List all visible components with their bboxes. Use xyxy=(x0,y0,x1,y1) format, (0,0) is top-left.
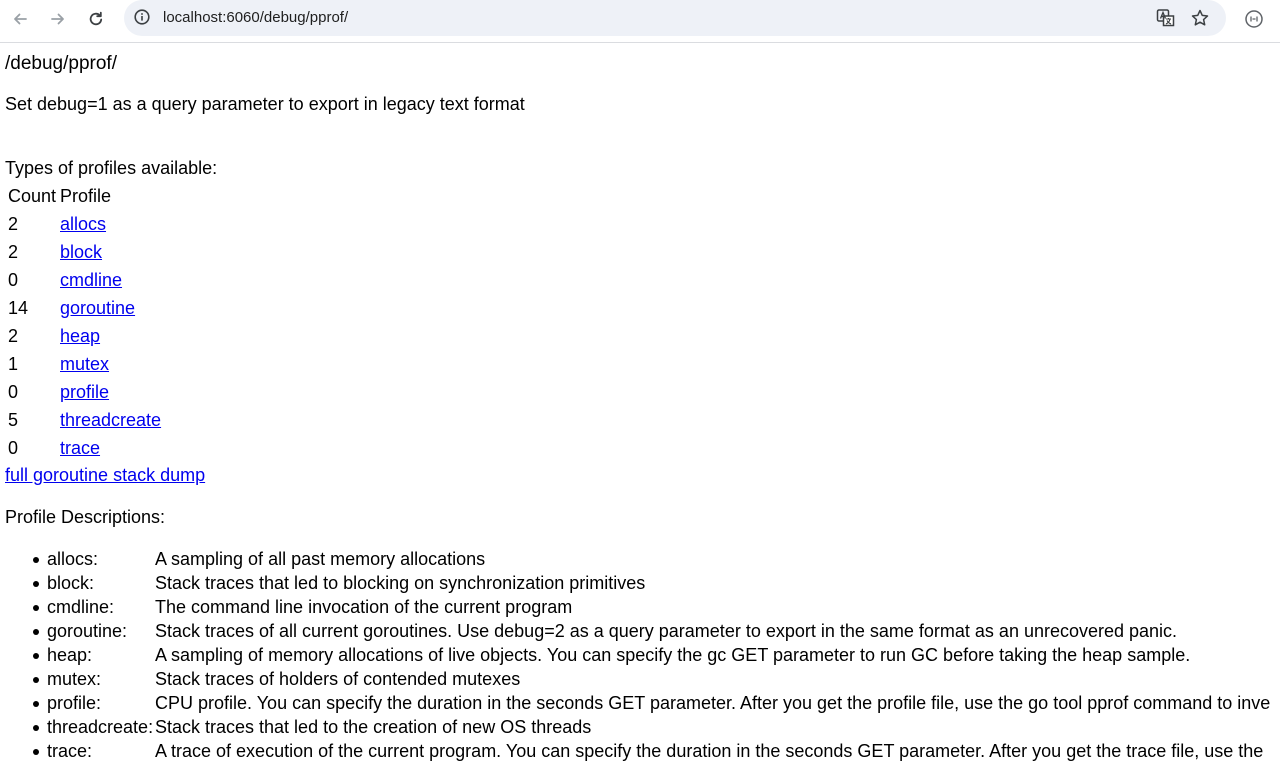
list-item: block: Stack traces that led to blocking… xyxy=(28,571,1280,595)
profile-count: 2 xyxy=(8,213,19,234)
bullet-icon xyxy=(33,653,39,659)
table-row: 14 goroutine xyxy=(8,294,161,322)
bullet-icon xyxy=(33,725,39,731)
profile-link-heap[interactable]: heap xyxy=(60,326,100,346)
count-column-header: Count xyxy=(8,186,57,206)
bullet-icon xyxy=(33,629,39,635)
bullet-icon xyxy=(33,701,39,707)
goroutine-dump-link[interactable]: full goroutine stack dump xyxy=(5,465,205,486)
profile-link-threadcreate[interactable]: threadcreate xyxy=(60,410,161,430)
description-name: mutex: xyxy=(47,669,102,689)
description-text: Stack traces that led to blocking on syn… xyxy=(155,573,646,593)
table-header-row: Count Profile xyxy=(8,183,161,210)
star-icon xyxy=(1191,9,1209,26)
profile-count: 1 xyxy=(8,353,19,374)
table-row: 2 block xyxy=(8,238,161,266)
description-name: cmdline: xyxy=(47,597,115,617)
profile-link-goroutine[interactable]: goroutine xyxy=(60,298,135,318)
bullet-icon xyxy=(33,677,39,683)
translate-button[interactable] xyxy=(1155,7,1177,29)
address-bar[interactable]: localhost:6060/debug/pprof/ xyxy=(124,0,1226,36)
list-item: trace: A trace of execution of the curre… xyxy=(28,739,1280,763)
browser-toolbar: localhost:6060/debug/pprof/ xyxy=(0,0,1280,43)
bullet-icon xyxy=(33,581,39,587)
description-text: A sampling of memory allocations of live… xyxy=(155,645,1191,665)
profile-icon xyxy=(1245,10,1263,28)
table-row: 0 trace xyxy=(8,434,161,462)
profile-count: 0 xyxy=(8,269,19,290)
bullet-icon xyxy=(33,749,39,755)
list-item: cmdline: The command line invocation of … xyxy=(28,595,1280,619)
profile-count: 0 xyxy=(8,437,19,458)
profile-count: 5 xyxy=(8,409,19,430)
types-heading: Types of profiles available: xyxy=(5,158,218,178)
description-text: A trace of execution of the current prog… xyxy=(155,741,1264,761)
description-name: trace: xyxy=(47,741,93,761)
arrow-left-icon xyxy=(14,13,27,25)
translate-icon xyxy=(1156,9,1175,27)
profile-count: 0 xyxy=(8,381,19,402)
table-row: 0 cmdline xyxy=(8,266,161,294)
profile-count: 2 xyxy=(8,325,19,346)
profile-link-trace[interactable]: trace xyxy=(60,438,100,458)
reload-button[interactable] xyxy=(83,6,109,32)
table-row: 1 mutex xyxy=(8,350,161,378)
description-name: allocs: xyxy=(47,549,99,569)
profile-count: 14 xyxy=(8,297,29,318)
forward-button[interactable] xyxy=(45,6,71,32)
list-item: profile: CPU profile. You can specify th… xyxy=(28,691,1280,715)
back-button[interactable] xyxy=(7,6,33,32)
arrow-right-icon xyxy=(51,13,64,25)
info-icon[interactable] xyxy=(133,8,151,26)
list-item: allocs: A sampling of all past memory al… xyxy=(28,547,1280,571)
description-name: heap: xyxy=(47,645,93,665)
profile-table: Count Profile 2 allocs 2 block 0 cmdline… xyxy=(5,183,164,462)
profile-link-profile[interactable]: profile xyxy=(60,382,109,402)
intro-text: Set debug=1 as a query parameter to expo… xyxy=(5,94,525,114)
description-name: goroutine: xyxy=(47,621,128,641)
list-item: goroutine: Stack traces of all current g… xyxy=(28,619,1280,643)
table-row: 0 profile xyxy=(8,378,161,406)
description-text: Stack traces of all current goroutines. … xyxy=(155,621,1178,641)
profile-link-cmdline[interactable]: cmdline xyxy=(60,270,122,290)
profile-count: 2 xyxy=(8,241,19,262)
description-name: threadcreate: xyxy=(47,717,154,737)
description-text: The command line invocation of the curre… xyxy=(155,597,573,617)
bullet-icon xyxy=(33,605,39,611)
list-item: threadcreate: Stack traces that led to t… xyxy=(28,715,1280,739)
table-row: 2 allocs xyxy=(8,210,161,238)
table-row: 5 threadcreate xyxy=(8,406,161,434)
profile-link-block[interactable]: block xyxy=(60,242,102,262)
url-text[interactable]: localhost:6060/debug/pprof/ xyxy=(163,9,348,26)
profile-link-allocs[interactable]: allocs xyxy=(60,214,106,234)
bullet-icon xyxy=(33,557,39,563)
description-name: block: xyxy=(47,573,95,593)
page-content: /debug/pprof/ Set debug=1 as a query par… xyxy=(0,44,1280,773)
description-name: profile: xyxy=(47,693,102,713)
profile-link-mutex[interactable]: mutex xyxy=(60,354,109,374)
description-text: Stack traces that led to the creation of… xyxy=(155,717,592,737)
list-item: mutex: Stack traces of holders of conten… xyxy=(28,667,1280,691)
descriptions-heading: Profile Descriptions: xyxy=(5,507,166,527)
table-row: 2 heap xyxy=(8,322,161,350)
page-title: /debug/pprof/ xyxy=(5,53,117,74)
bookmark-button[interactable] xyxy=(1189,7,1211,29)
description-text: CPU profile. You can specify the duratio… xyxy=(155,693,1271,713)
descriptions-list: allocs: A sampling of all past memory al… xyxy=(28,547,1280,763)
description-text: A sampling of all past memory allocation… xyxy=(155,549,486,569)
description-text: Stack traces of holders of contended mut… xyxy=(155,669,521,689)
reload-icon xyxy=(89,11,103,26)
profile-button[interactable] xyxy=(1241,6,1267,32)
profile-column-header: Profile xyxy=(60,186,112,206)
list-item: heap: A sampling of memory allocations o… xyxy=(28,643,1280,667)
